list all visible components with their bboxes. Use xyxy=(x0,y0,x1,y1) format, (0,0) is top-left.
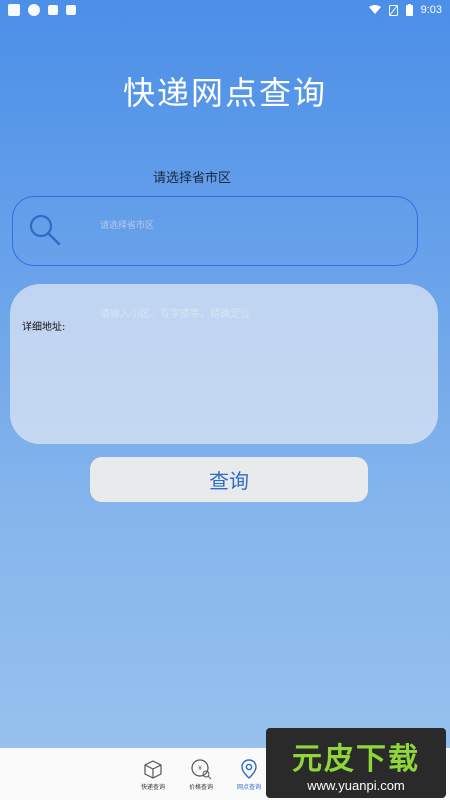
address-label: 详细地址: xyxy=(22,322,66,333)
region-select-field[interactable] xyxy=(12,196,418,266)
page-title: 快递网点查询 xyxy=(122,74,327,112)
address-placeholder[interactable]: 请输入小区、写字楼等，精确定位 xyxy=(100,305,250,320)
watermark-brand: 元皮下载 xyxy=(292,741,420,777)
watermark-url: www.yuanpi.com xyxy=(307,777,405,793)
nav-tab-express-query[interactable]: 快递查询 xyxy=(128,748,178,800)
battery-icon xyxy=(405,4,413,16)
package-icon xyxy=(144,759,162,779)
status-notification-icons xyxy=(8,4,76,16)
no-sim-icon xyxy=(388,4,398,16)
query-button[interactable]: 查询 xyxy=(90,457,368,502)
price-search-icon: ¥ xyxy=(191,758,212,779)
sync-notification-icon xyxy=(28,4,40,16)
wifi-icon xyxy=(368,5,381,14)
status-bar: 9:03 xyxy=(0,0,450,20)
search-icon[interactable] xyxy=(28,213,62,247)
text-notification-icon xyxy=(66,5,76,15)
status-time: 9:03 xyxy=(420,4,442,16)
app-notification-icon xyxy=(8,4,20,16)
nav-label: 网点查询 xyxy=(236,783,261,791)
nav-label: 快递查询 xyxy=(140,783,165,791)
region-placeholder[interactable]: 请选择省市区 xyxy=(100,218,154,231)
watermark-logo: 元皮下载 www.yuanpi.com xyxy=(266,728,446,798)
svg-text:¥: ¥ xyxy=(198,765,202,772)
nav-label: 价格查询 xyxy=(188,783,213,791)
location-pin-icon xyxy=(241,758,257,779)
region-label: 请选择省市区 xyxy=(153,171,232,186)
status-indicators: 9:03 xyxy=(368,4,442,16)
image-notification-icon xyxy=(48,5,58,15)
nav-tab-price-query[interactable]: ¥ 价格查询 xyxy=(176,748,226,800)
